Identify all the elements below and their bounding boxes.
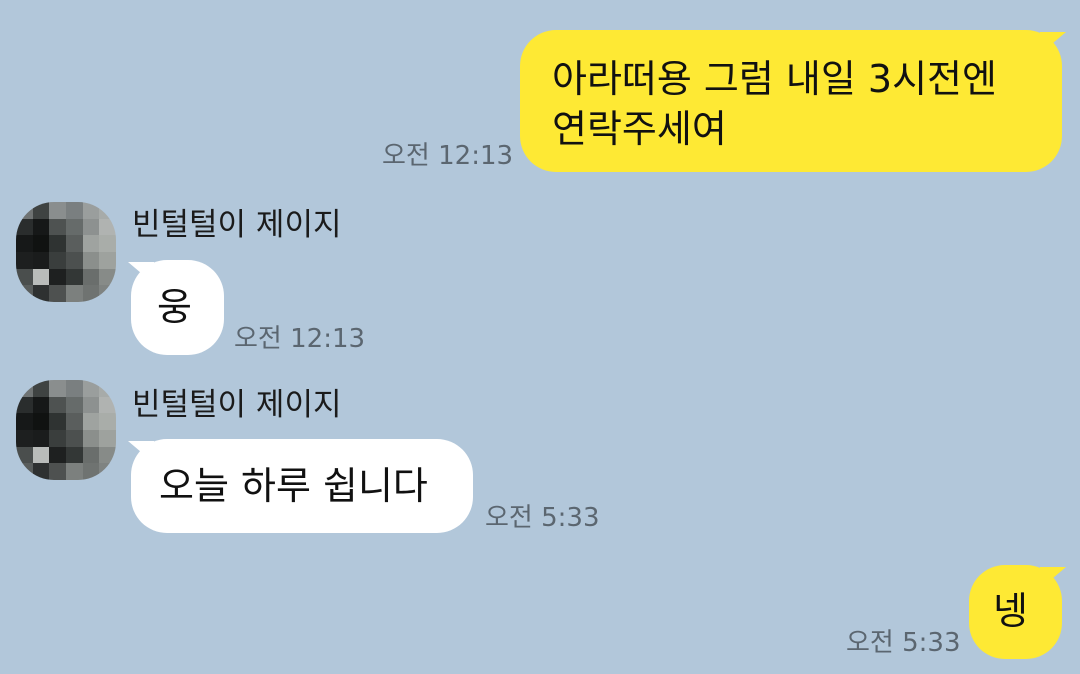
message-text: 오늘 하루 쉽니다: [159, 464, 428, 508]
message-text: 웅: [157, 285, 192, 329]
bubble-tail: [1040, 567, 1066, 589]
message-text-line: 연락주세여: [552, 107, 727, 151]
message-text: 넹: [993, 589, 1028, 633]
my-message-bubble[interactable]: 아라떠용 그럼 내일 3시전엔 연락주세여: [520, 30, 1062, 172]
message-timestamp: 오전 5:33: [485, 503, 600, 533]
message-timestamp: 오전 12:13: [234, 324, 366, 354]
sender-name: 빈털털이 제이지: [132, 387, 342, 423]
sender-avatar[interactable]: [16, 380, 116, 480]
message-timestamp: 오전 5:33: [846, 628, 961, 658]
message-text-line: 아라떠용 그럼 내일 3시전엔: [552, 57, 997, 101]
sender-name: 빈털털이 제이지: [132, 207, 342, 243]
bubble-tail: [1040, 32, 1066, 54]
their-message-bubble[interactable]: 오늘 하루 쉽니다: [131, 439, 473, 533]
their-message-bubble[interactable]: 웅: [131, 260, 224, 355]
chat-room: 오전 12:13 아라떠용 그럼 내일 3시전엔 연락주세여 빈털털이 제이지 …: [0, 0, 1080, 674]
sender-avatar[interactable]: [16, 202, 116, 302]
message-timestamp: 오전 12:13: [382, 141, 514, 171]
